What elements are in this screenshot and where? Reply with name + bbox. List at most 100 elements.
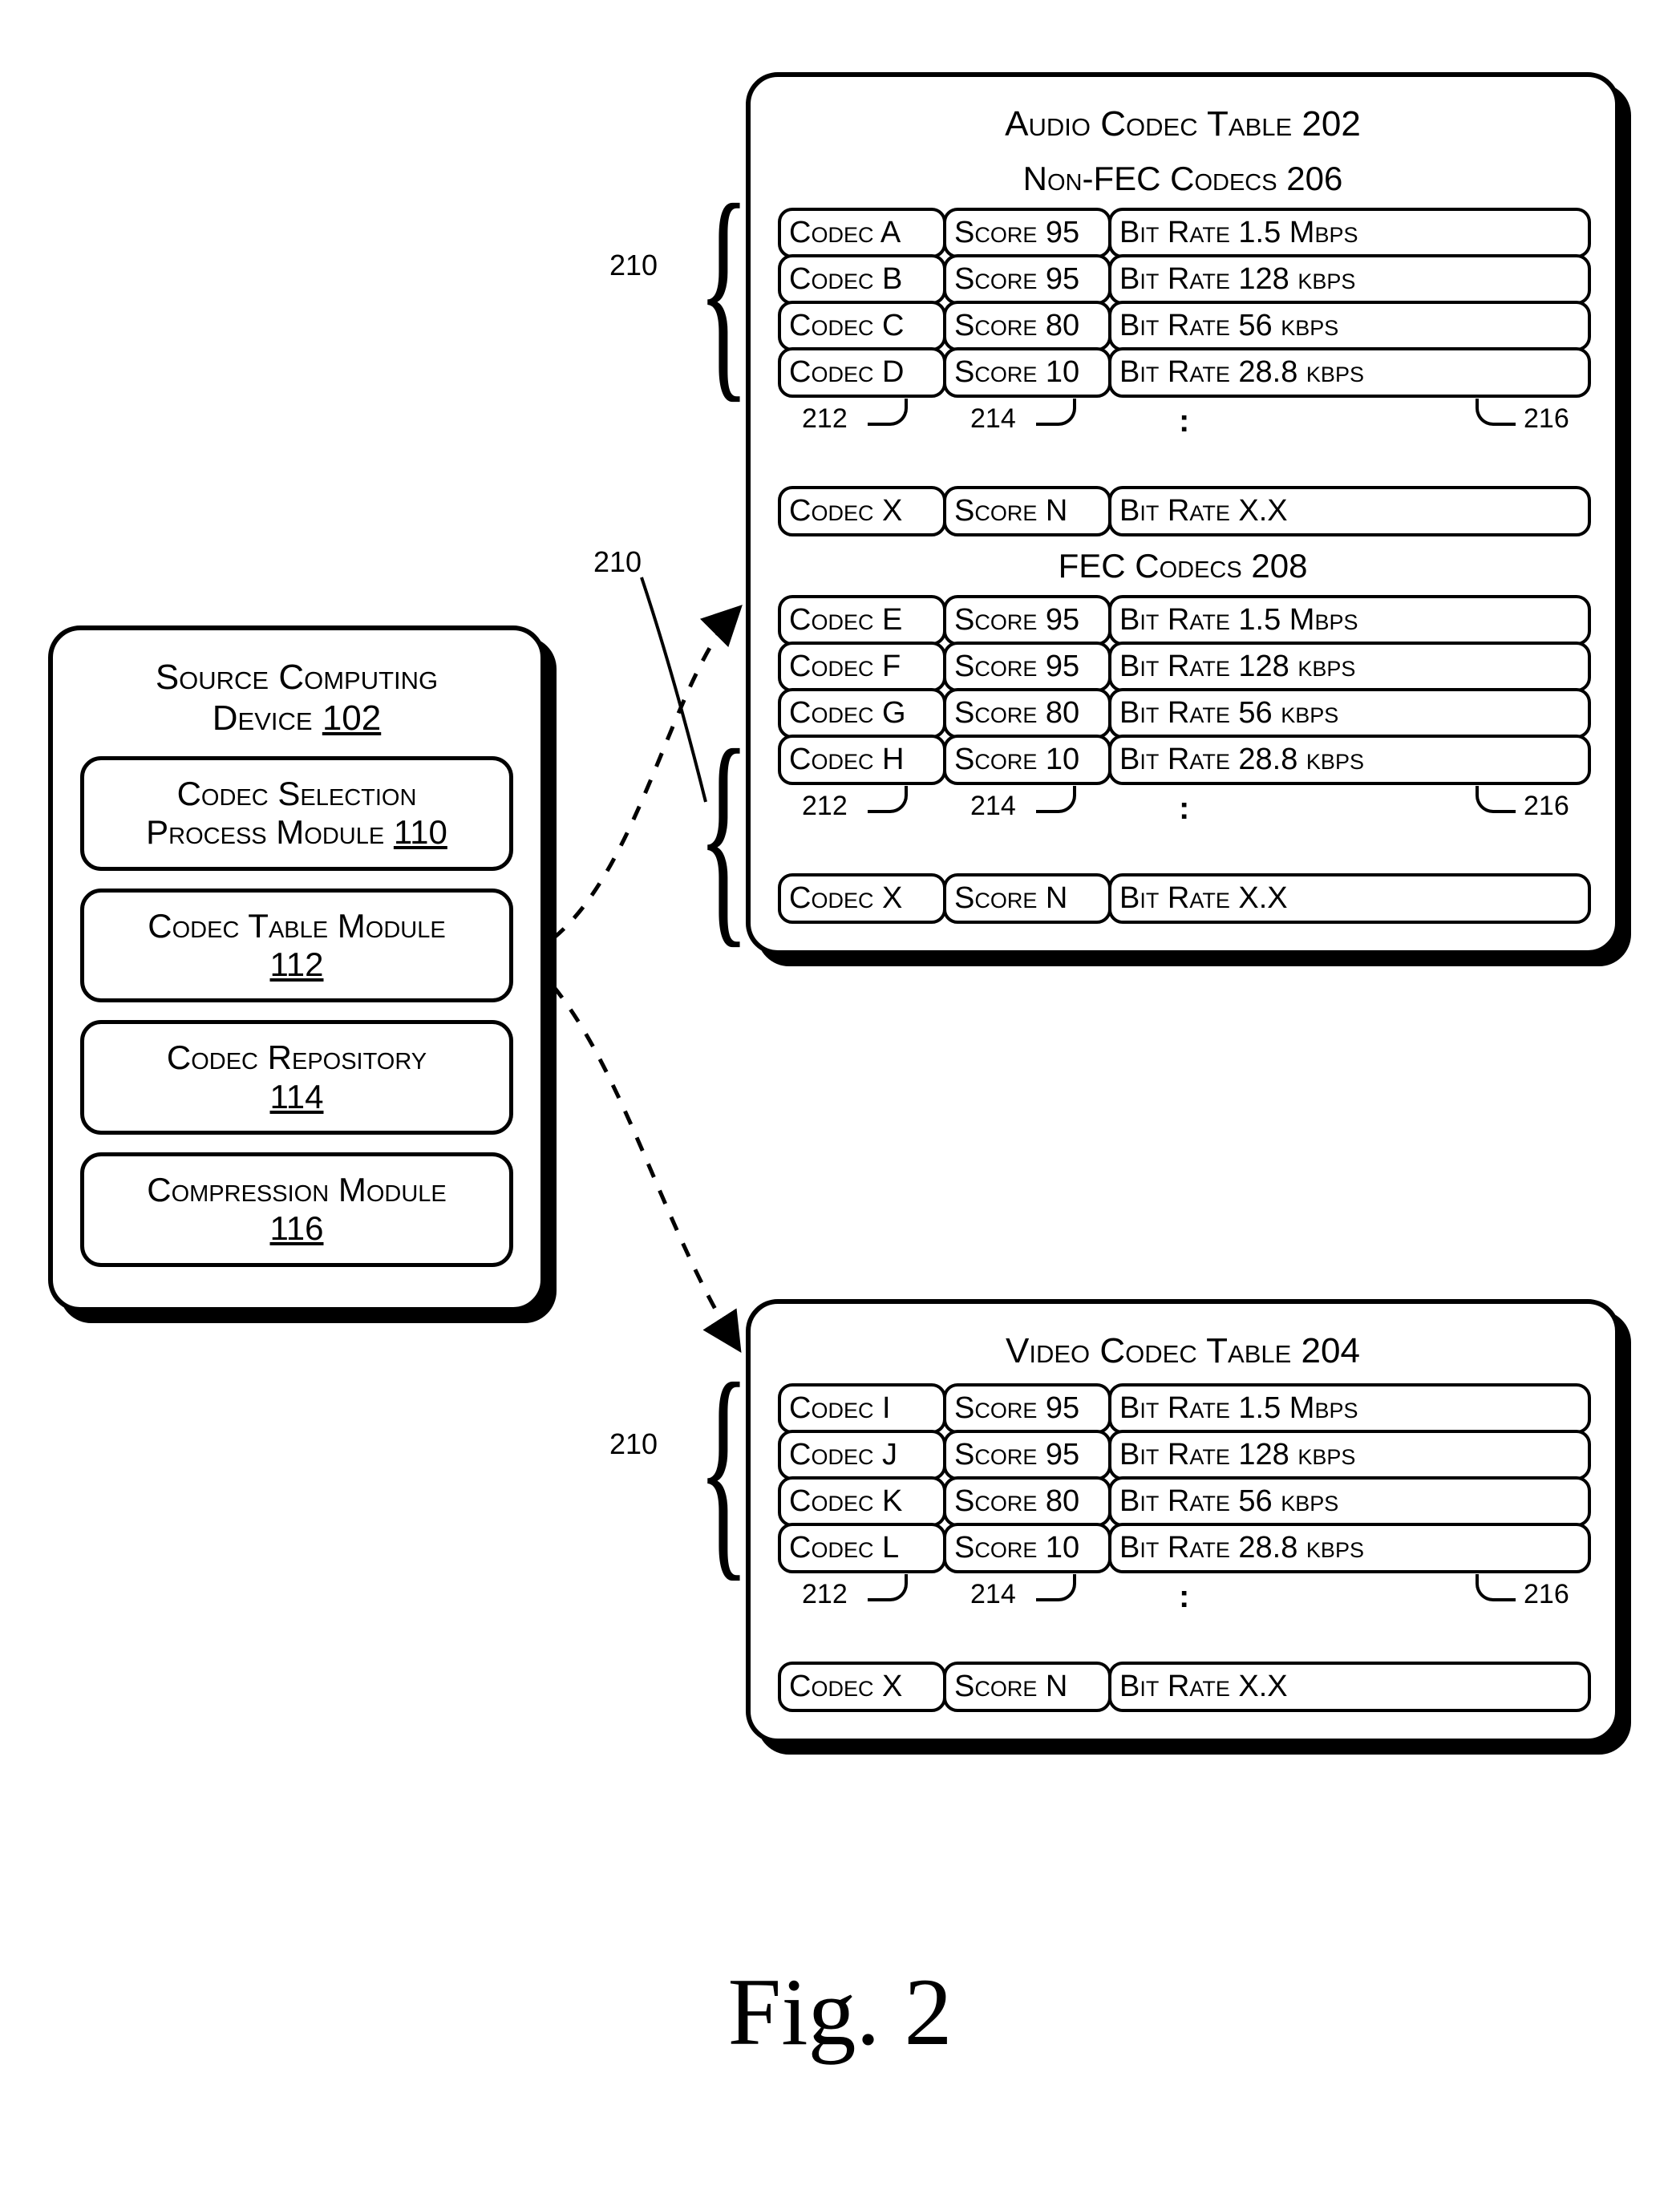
table-row: Codec DScore 10Bit Rate 28.8 kbps <box>778 347 1588 398</box>
score-cell: Score 10 <box>943 347 1111 398</box>
codec-repository-module: Codec Repository 114 <box>80 1020 513 1135</box>
codec-table-module: Codec Table Module 112 <box>80 889 513 1003</box>
ref-216: 216 <box>1524 403 1569 435</box>
bitrate-cell: Bit Rate X.X <box>1108 1662 1591 1712</box>
bitrate-cell: Bit Rate 128 kbps <box>1108 642 1591 692</box>
module-label: Codec Repository <box>167 1038 427 1076</box>
vertical-ellipsis-icon: : <box>1179 1579 1191 1615</box>
bitrate-cell: Bit Rate 28.8 kbps <box>1108 735 1591 785</box>
table-row: Codec KScore 80Bit Rate 56 kbps <box>778 1476 1588 1527</box>
bitrate-cell: Bit Rate 1.5 Mbps <box>1108 595 1591 646</box>
non-fec-heading: Non-FEC Codecs 206 <box>773 160 1593 198</box>
module-ref: 110 <box>394 813 447 851</box>
fec-rows: Codec EScore 95Bit Rate 1.5 Mbps Codec F… <box>778 595 1588 785</box>
bitrate-cell: Bit Rate X.X <box>1108 873 1591 924</box>
codec-cell: Codec K <box>778 1476 946 1527</box>
brace-icon: { <box>698 168 750 409</box>
table-row: Codec JScore 95Bit Rate 128 kbps <box>778 1430 1588 1480</box>
source-device-panel: Source Computing Device 102 Codec Select… <box>48 625 545 1312</box>
non-fec-rows: Codec AScore 95Bit Rate 1.5 Mbps Codec B… <box>778 208 1588 398</box>
table-row: Codec XScore NBit Rate X.X <box>778 486 1588 536</box>
table-row: Codec IScore 95Bit Rate 1.5 Mbps <box>778 1383 1588 1434</box>
codec-cell: Codec C <box>778 301 946 351</box>
compression-module: Compression Module 116 <box>80 1152 513 1267</box>
module-ref: 116 <box>270 1209 324 1247</box>
bitrate-cell: Bit Rate 1.5 Mbps <box>1108 208 1591 258</box>
score-cell: Score 95 <box>943 208 1111 258</box>
fec-heading: FEC Codecs 208 <box>773 547 1593 585</box>
codec-cell: Codec X <box>778 486 946 536</box>
module-label: Codec Table Module <box>148 907 445 945</box>
video-placeholder: Codec XScore NBit Rate X.X <box>778 1662 1588 1712</box>
score-cell: Score 10 <box>943 1523 1111 1573</box>
codec-selection-module: Codec Selection Process Module 110 <box>80 756 513 871</box>
codec-cell: Codec B <box>778 254 946 305</box>
column-refs: 212 214 216 : <box>778 403 1588 442</box>
ref-216: 216 <box>1524 1579 1569 1610</box>
table-row: Codec HScore 10Bit Rate 28.8 kbps <box>778 735 1588 785</box>
diagram-canvas: Source Computing Device 102 Codec Select… <box>32 48 1648 2142</box>
audio-codec-table-panel: Audio Codec Table 202 Non-FEC Codecs 206… <box>746 72 1620 955</box>
bitrate-cell: Bit Rate 128 kbps <box>1108 254 1591 305</box>
codec-cell: Codec X <box>778 1662 946 1712</box>
video-rows: Codec IScore 95Bit Rate 1.5 Mbps Codec J… <box>778 1383 1588 1573</box>
brace-icon: { <box>698 1347 750 1588</box>
bitrate-cell: Bit Rate 56 kbps <box>1108 688 1591 739</box>
table-row: Codec CScore 80Bit Rate 56 kbps <box>778 301 1588 351</box>
table-row: Codec AScore 95Bit Rate 1.5 Mbps <box>778 208 1588 258</box>
ref-212: 212 <box>802 791 848 822</box>
ref-216: 216 <box>1524 791 1569 822</box>
codec-cell: Codec E <box>778 595 946 646</box>
module-label: Compression Module <box>147 1171 447 1208</box>
codec-cell: Codec F <box>778 642 946 692</box>
module-label: Codec Selection <box>177 775 417 812</box>
fec-placeholder: Codec XScore NBit Rate X.X <box>778 873 1588 924</box>
vertical-ellipsis-icon: : <box>1179 791 1191 827</box>
non-fec-placeholder: Codec XScore NBit Rate X.X <box>778 486 1588 536</box>
score-cell: Score N <box>943 1662 1111 1712</box>
ref-210: 210 <box>609 1427 658 1461</box>
table-row: Codec XScore NBit Rate X.X <box>778 1662 1588 1712</box>
module-ref: 114 <box>270 1078 324 1115</box>
source-device-ref: 102 <box>322 698 381 738</box>
ref-214: 214 <box>970 1579 1016 1610</box>
score-cell: Score 95 <box>943 595 1111 646</box>
column-refs: 212 214 216 : <box>778 1579 1588 1617</box>
score-cell: Score 95 <box>943 1430 1111 1480</box>
bitrate-cell: Bit Rate 28.8 kbps <box>1108 1523 1591 1573</box>
codec-cell: Codec I <box>778 1383 946 1434</box>
score-cell: Score 95 <box>943 254 1111 305</box>
ref-214: 214 <box>970 791 1016 822</box>
table-row: Codec LScore 10Bit Rate 28.8 kbps <box>778 1523 1588 1573</box>
brace-icon: { <box>698 714 750 954</box>
title-line-1: Source Computing <box>156 658 438 697</box>
module-ref: 112 <box>270 945 324 983</box>
codec-cell: Codec H <box>778 735 946 785</box>
codec-cell: Codec D <box>778 347 946 398</box>
table-row: Codec GScore 80Bit Rate 56 kbps <box>778 688 1588 739</box>
table-row: Codec BScore 95Bit Rate 128 kbps <box>778 254 1588 305</box>
source-device-title: Source Computing Device 102 <box>75 658 518 739</box>
codec-cell: Codec J <box>778 1430 946 1480</box>
score-cell: Score 80 <box>943 688 1111 739</box>
figure-caption: Fig. 2 <box>32 1957 1648 2067</box>
ref-210: 210 <box>593 545 642 579</box>
score-cell: Score 10 <box>943 735 1111 785</box>
ref-212: 212 <box>802 403 848 435</box>
score-cell: Score 80 <box>943 301 1111 351</box>
ref-214: 214 <box>970 403 1016 435</box>
audio-codec-table-title: Audio Codec Table 202 <box>773 104 1593 145</box>
bitrate-cell: Bit Rate 56 kbps <box>1108 1476 1591 1527</box>
video-codec-table-title: Video Codec Table 204 <box>773 1331 1593 1372</box>
codec-cell: Codec L <box>778 1523 946 1573</box>
table-row: Codec FScore 95Bit Rate 128 kbps <box>778 642 1588 692</box>
codec-cell: Codec A <box>778 208 946 258</box>
video-codec-table-panel: Video Codec Table 204 Codec IScore 95Bit… <box>746 1299 1620 1743</box>
vertical-ellipsis-icon: : <box>1179 403 1191 439</box>
score-cell: Score 95 <box>943 1383 1111 1434</box>
score-cell: Score N <box>943 873 1111 924</box>
bitrate-cell: Bit Rate 128 kbps <box>1108 1430 1591 1480</box>
score-cell: Score N <box>943 486 1111 536</box>
table-row: Codec XScore NBit Rate X.X <box>778 873 1588 924</box>
title-line-2: Device <box>213 698 313 738</box>
